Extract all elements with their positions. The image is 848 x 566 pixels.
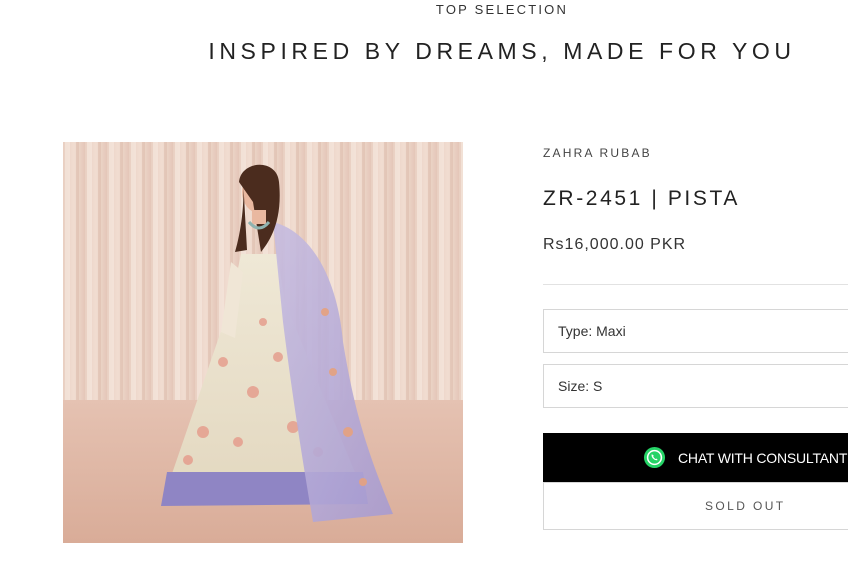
sold-out-button[interactable]: SOLD OUT <box>543 482 848 530</box>
product-vendor[interactable]: ZAHRA RUBAB <box>543 146 652 160</box>
section-headline: INSPIRED BY DREAMS, MADE FOR YOU <box>208 38 796 64</box>
sold-out-label: SOLD OUT <box>705 499 786 513</box>
type-select-label: Type: Maxi <box>558 323 626 339</box>
size-select-label: Size: S <box>558 378 603 394</box>
product-title: ZR-2451 | PISTA <box>543 187 740 210</box>
product-price: Rs16,000.00 PKR <box>543 236 687 253</box>
type-select[interactable]: Type: Maxi <box>543 309 848 353</box>
section-eyebrow: TOP SELECTION <box>435 2 569 17</box>
product-photo <box>63 142 463 543</box>
chat-with-consultant-button[interactable]: CHAT WITH CONSULTANT <box>543 433 848 482</box>
divider <box>543 284 848 285</box>
whatsapp-icon <box>643 446 666 469</box>
chat-button-label: CHAT WITH CONSULTANT <box>678 449 848 466</box>
product-image[interactable] <box>63 142 463 543</box>
size-select[interactable]: Size: S <box>543 364 848 408</box>
